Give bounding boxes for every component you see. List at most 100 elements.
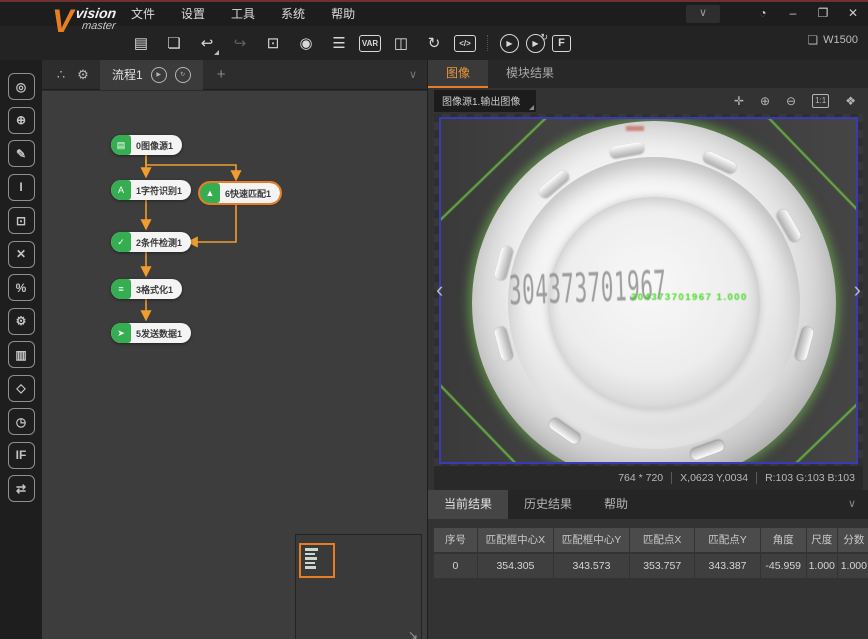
column-header: 匹配框中心Y — [554, 528, 629, 552]
ocr-result-overlay: 304373701967 1.000 — [631, 292, 748, 303]
minimap-viewport[interactable] — [299, 543, 335, 578]
flow-tab-label: 流程1 — [112, 66, 143, 83]
prev-image-arrow[interactable]: ‹ — [436, 280, 443, 300]
flow-node[interactable]: ▤0图像源1 — [111, 135, 182, 155]
menu-item-文件[interactable]: 文件 — [118, 2, 168, 26]
snapshot-save-icon[interactable]: ⊡ — [260, 31, 286, 55]
flow-node[interactable]: A1字符识别1 — [111, 180, 191, 200]
tab-帮助[interactable]: 帮助 — [588, 490, 644, 519]
measure-scatter-icon[interactable]: ✕ — [8, 241, 35, 268]
tab-当前结果[interactable]: 当前结果 — [428, 490, 508, 519]
flow-tab[interactable]: 流程1 ▶ ↻ — [100, 60, 203, 90]
zoom-in-icon[interactable]: ⊕ — [760, 94, 770, 108]
menu-item-设置[interactable]: 设置 — [168, 2, 218, 26]
next-image-arrow[interactable]: › — [854, 280, 861, 300]
menu-item-系统[interactable]: 系统 — [268, 2, 318, 26]
menu-item-帮助[interactable]: 帮助 — [318, 2, 368, 26]
fit-view-icon[interactable]: ❖ — [845, 94, 856, 108]
restore-button[interactable]: ❐ — [816, 2, 830, 24]
score-percent-icon[interactable]: % — [8, 274, 35, 301]
cap-notch — [702, 149, 737, 173]
camera-source-icon[interactable]: ◎ — [8, 73, 35, 100]
image-view-tools: ✛ ⊕ ⊖ 1:1 ❖ — [734, 94, 856, 108]
run-once-icon[interactable]: ▶ — [500, 34, 519, 53]
column-header: 匹配点Y — [695, 528, 759, 552]
image-tab-bar: 图像模块结果 — [428, 60, 868, 88]
flow-chevron-down-icon[interactable]: ∨ — [409, 68, 417, 81]
node-type-icon: ▤ — [111, 135, 131, 155]
canvas-minimap[interactable]: ↘ — [295, 534, 422, 639]
add-flow-button[interactable]: + — [217, 66, 226, 83]
image-edit-icon[interactable]: ✎ — [8, 140, 35, 167]
result-table-body: 0354.305343.573353.757343.387-45.9591.00… — [434, 554, 863, 578]
cap-notch — [547, 417, 581, 446]
results-chevron-down-icon[interactable]: ∨ — [848, 490, 856, 519]
minimize-button[interactable]: – — [786, 2, 800, 24]
timer-camera-icon[interactable]: ◷ — [8, 408, 35, 435]
panel-layout-icon[interactable]: ☰ — [326, 31, 352, 55]
focus-locate-icon[interactable]: ⊡ — [8, 207, 35, 234]
app-logo: V vision master — [52, 6, 117, 36]
column-header: 序号 — [434, 528, 477, 552]
flow-node[interactable]: ≡3格式化1 — [111, 279, 182, 299]
run-continuous-icon[interactable]: ▶ — [526, 34, 545, 53]
camera-icon[interactable]: ◉ — [293, 31, 319, 55]
image-source-selector[interactable]: 图像源1.输出图像 — [434, 90, 536, 112]
ocr-text-icon[interactable]: I — [8, 174, 35, 201]
position-target-icon[interactable]: ⊕ — [8, 107, 35, 134]
image-compare-icon[interactable]: ◫ — [388, 31, 414, 55]
global-refresh-icon[interactable]: ↻ — [421, 31, 447, 55]
node-label: 6快速匹配1 — [220, 187, 280, 200]
flow-node[interactable]: ✓2条件检测1 — [111, 232, 191, 252]
main-toolbar: ▤ ❏ ↩ ↪ ⊡ ◉ ☰ VAR ◫ ↻ </> ▶ ▶ F — [0, 26, 868, 60]
cap-notch — [795, 326, 814, 362]
performance-icon[interactable]: ◔ — [756, 2, 770, 24]
roi-rectangle: 304373701967 304373701967 1.000 — [439, 117, 858, 464]
table-row[interactable]: 0354.305343.573353.757343.387-45.9591.00… — [434, 554, 863, 578]
setup-wrench-icon[interactable]: ⚙ — [72, 67, 94, 83]
image-viewer[interactable]: 304373701967 304373701967 1.000 ‹ › — [434, 114, 863, 466]
close-button[interactable]: ✕ — [846, 2, 860, 24]
table-cell: 1.000 — [838, 554, 868, 578]
image-settings-icon[interactable]: ⚙ — [8, 308, 35, 335]
node-type-icon: ✓ — [111, 232, 131, 252]
zoom-out-icon[interactable]: ⊖ — [786, 94, 796, 108]
actual-size-icon[interactable]: 1:1 — [812, 94, 829, 108]
frame-trigger-icon[interactable]: F — [552, 35, 571, 52]
if-logic-icon[interactable]: IF — [8, 442, 35, 469]
workspace-switcher[interactable]: ❏ W1500 — [807, 33, 858, 47]
tab-图像[interactable]: 图像 — [428, 60, 488, 88]
logo-text: vision master — [74, 6, 119, 32]
workspace-label: W1500 — [823, 34, 858, 46]
titlebar-chevron-down-icon[interactable]: ∨ — [686, 5, 720, 23]
table-cell: 343.573 — [554, 554, 629, 578]
undo-icon[interactable]: ↩ — [194, 31, 220, 55]
flow-node[interactable]: ➤5发送数据1 — [111, 323, 191, 343]
flow-canvas[interactable]: ↘ ▤0图像源1 A1字符识别1 ▲6快速匹配1 ✓2条件检测1 ≡3格式化1 ➤5发送数… — [42, 91, 427, 639]
minimap-resize-icon[interactable]: ↘ — [408, 628, 418, 639]
node-type-icon: A — [111, 180, 131, 200]
visionmaster-window: V vision master 文件设置工具系统帮助 ∨ ◔–❐✕ ▤❏↩↪⊡◉… — [0, 0, 868, 639]
run-once-flow-icon[interactable]: ▶ — [151, 67, 167, 83]
script-editor-icon[interactable]: </> — [454, 35, 476, 52]
flow-list-icon[interactable]: ∴ — [50, 67, 72, 83]
data-transfer-icon[interactable]: ⇄ — [8, 475, 35, 502]
node-type-icon: ➤ — [111, 323, 131, 343]
save-icon[interactable]: ▤ — [128, 31, 154, 55]
table-cell: 354.305 — [478, 554, 553, 578]
color-fill-icon[interactable]: ◇ — [8, 375, 35, 402]
flow-node[interactable]: ▲6快速匹配1 — [200, 183, 280, 203]
redo-icon[interactable]: ↪ — [227, 31, 253, 55]
open-folder-icon[interactable]: ❏ — [161, 31, 187, 55]
pan-icon[interactable]: ✛ — [734, 94, 744, 108]
tab-模块结果[interactable]: 模块结果 — [488, 60, 572, 88]
run-loop-flow-icon[interactable]: ↻ — [175, 67, 191, 83]
node-label: 1字符识别1 — [131, 184, 191, 197]
minimap-node — [305, 548, 318, 551]
tab-历史结果[interactable]: 历史结果 — [508, 490, 588, 519]
pixel-rgb-label: R:103 G:103 B:103 — [756, 472, 863, 484]
menu-item-工具[interactable]: 工具 — [218, 2, 268, 26]
variable-icon[interactable]: VAR — [359, 35, 381, 52]
cap-notch — [494, 326, 513, 362]
histogram-icon[interactable]: ▥ — [8, 341, 35, 368]
